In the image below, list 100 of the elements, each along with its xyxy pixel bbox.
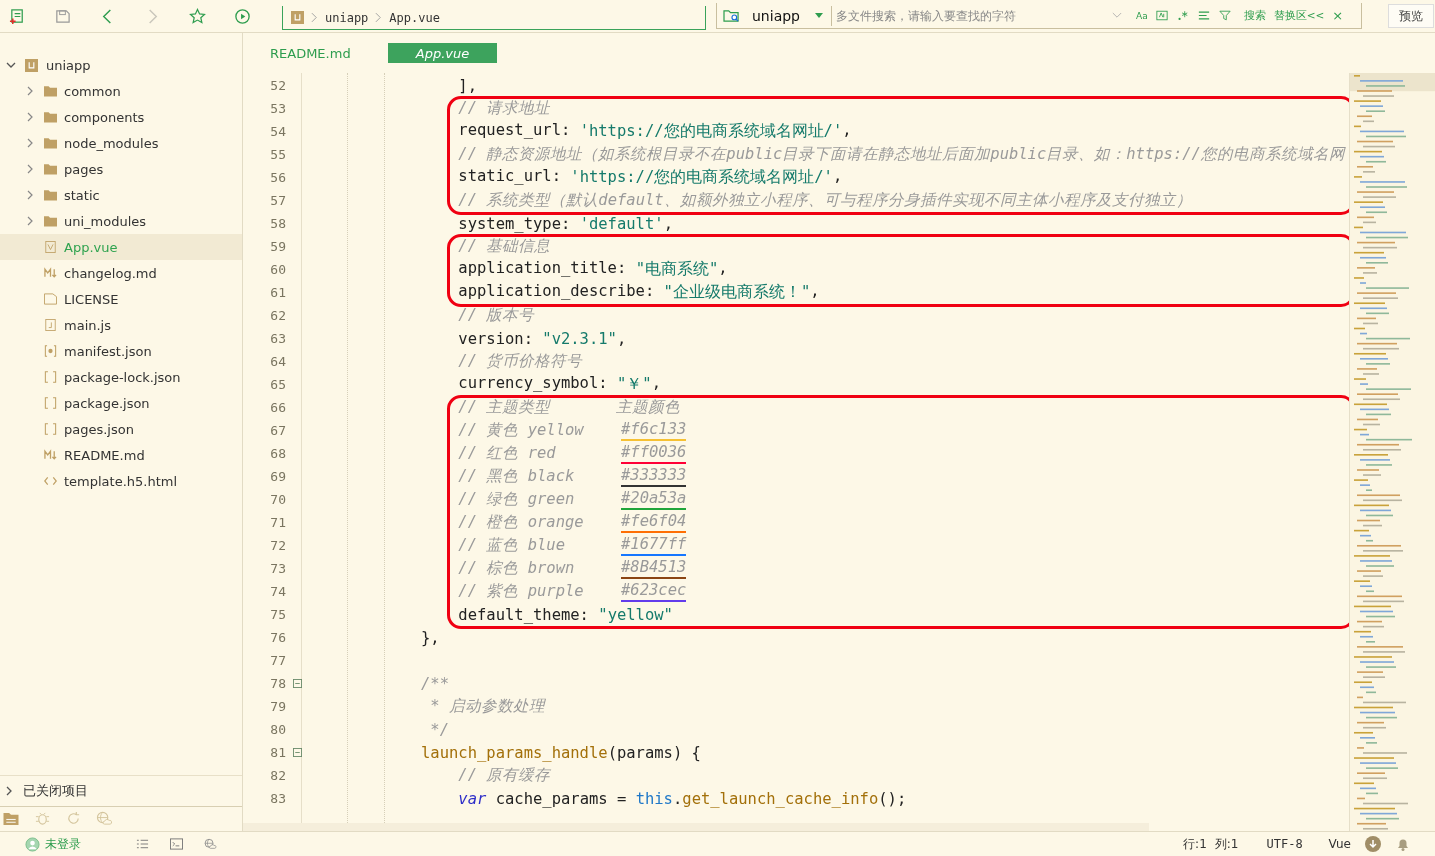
language-label[interactable]: Vue (1328, 837, 1351, 851)
encoding-label[interactable]: UTF-8 (1266, 837, 1303, 851)
preview-button[interactable]: 预览 (1388, 4, 1434, 28)
folder-search-icon[interactable] (723, 8, 740, 23)
file-tree-item[interactable]: manifest.json (0, 338, 242, 364)
project-name: uniapp (46, 57, 91, 73)
save-icon[interactable] (54, 7, 71, 25)
download-icon[interactable] (1365, 836, 1381, 852)
chevron-down-icon[interactable] (6, 60, 16, 70)
chevron-right-icon[interactable] (25, 112, 35, 122)
breadcrumb-item[interactable]: uniapp (325, 10, 369, 25)
star-icon[interactable] (189, 7, 206, 25)
run-icon[interactable] (234, 7, 251, 25)
search-scope[interactable]: uniapp (752, 7, 800, 24)
cursor-position[interactable]: 列:1 (1214, 835, 1239, 853)
gear-file-icon (44, 345, 57, 357)
closed-projects-row[interactable]: 已关闭项目 (0, 775, 242, 806)
code-text: }, (419, 628, 440, 647)
code-comment: // 蓝色 blue (457, 535, 566, 556)
folder-icon (44, 163, 57, 175)
code-comment: // 红色 red (457, 443, 557, 464)
code-comment: // 系统类型（默认default、如额外独立小程序、可与程序分身插件实现不同主体小程序及支付独立） (457, 190, 1192, 211)
chevron-icon (311, 12, 318, 23)
line-number: 83 (269, 791, 286, 806)
chevron-right-icon[interactable] (25, 164, 35, 174)
whole-word-icon[interactable] (1155, 10, 1168, 21)
fold-icon[interactable] (293, 679, 302, 688)
new-file-icon[interactable] (9, 7, 26, 25)
code-comment: // 黄色 yellow (457, 420, 585, 441)
markdown-icon (44, 267, 57, 279)
file-tree-item[interactable]: changelog.md (0, 260, 242, 286)
file-tree-item[interactable]: uni_modules (0, 208, 242, 234)
code-comment: // 棕色 brown (457, 558, 576, 579)
globe-cloud-icon[interactable] (204, 838, 217, 850)
file-tree-item[interactable]: template.h5.html (0, 468, 242, 494)
line-number: 79 (269, 699, 286, 714)
color-value: #1677ff (620, 535, 687, 556)
file-tree-item[interactable]: components (0, 104, 242, 130)
search-field[interactable]: 多文件搜索，请输入要查找的字符 (831, 5, 1108, 26)
folder-icon (44, 215, 57, 227)
file-icon (44, 293, 57, 305)
line-number: 52 (269, 78, 286, 93)
chevron-right-icon[interactable] (25, 216, 35, 226)
code-text: . (672, 789, 683, 808)
user-icon[interactable] (25, 836, 40, 852)
code-keyword: this (635, 789, 673, 808)
breadcrumb-item[interactable]: App.vue (389, 10, 440, 25)
code-text: system_type: (457, 214, 572, 233)
color-value: #ff0036 (620, 443, 687, 464)
code-string: "企业级电商系统！" (663, 282, 811, 303)
line-number: 62 (269, 308, 286, 323)
list-icon[interactable] (136, 838, 149, 850)
file-tree-item[interactable]: common (0, 78, 242, 104)
chevron-right-icon[interactable] (4, 786, 14, 796)
code-text: default_theme: (457, 605, 590, 624)
file-tree-item[interactable]: LICENSE (0, 286, 242, 312)
chevron-right-icon[interactable] (25, 138, 35, 148)
project-item[interactable]: uniapp (0, 52, 242, 78)
filter-icon[interactable] (1218, 10, 1231, 21)
color-value: #333333 (620, 466, 687, 487)
line-number: 53 (269, 101, 286, 116)
terminal-icon[interactable] (170, 838, 183, 850)
brackets-icon (44, 371, 57, 383)
fold-icon[interactable] (293, 748, 302, 757)
color-value: #8B4513 (620, 558, 687, 579)
regex-icon[interactable] (1176, 10, 1189, 21)
file-tree-item[interactable]: static (0, 182, 242, 208)
chevron-right-icon[interactable] (25, 190, 35, 200)
file-tree-item[interactable]: main.js (0, 312, 242, 338)
code-comment: // 基础信息 (457, 236, 551, 257)
line-number: 57 (269, 193, 286, 208)
project-icon (291, 11, 304, 24)
minimap-drawing[interactable] (1349, 73, 1435, 831)
line-number: 76 (269, 630, 286, 645)
code-text: version: (457, 329, 534, 348)
file-tree-item[interactable]: pages.json (0, 416, 242, 442)
code-text: (params) { (607, 743, 701, 762)
align-lines-icon[interactable] (1197, 10, 1210, 21)
file-tree-item[interactable]: package-lock.json (0, 364, 242, 390)
line-number: 65 (269, 377, 286, 392)
cursor-position[interactable]: 行:1 (1183, 835, 1207, 853)
code-string: "yellow" (598, 605, 673, 624)
code-comment: // 原有缓存 (457, 765, 551, 786)
code-comment: */ (429, 720, 449, 739)
file-tree-item[interactable]: package.json (0, 390, 242, 416)
folder-icon (44, 85, 57, 97)
code-comment: * 启动参数处理 (429, 696, 545, 717)
chevron-right-icon[interactable] (25, 86, 35, 96)
folder-icon (44, 137, 57, 149)
files-tab-icon[interactable] (2, 810, 20, 826)
horizontal-scrollbar[interactable] (243, 823, 1149, 831)
file-tree-item[interactable]: pages (0, 156, 242, 182)
code-comment: // 主题类型 主题颜色 (457, 397, 680, 418)
line-number: 69 (269, 469, 286, 484)
brackets-icon (44, 423, 57, 435)
file-tree-item[interactable]: node_modules (0, 130, 242, 156)
dropdown-caret-icon[interactable] (815, 12, 823, 19)
code-comment: /** (419, 674, 449, 693)
file-tree-item[interactable]: README.md (0, 442, 242, 468)
color-value: #f6c133 (620, 420, 687, 441)
